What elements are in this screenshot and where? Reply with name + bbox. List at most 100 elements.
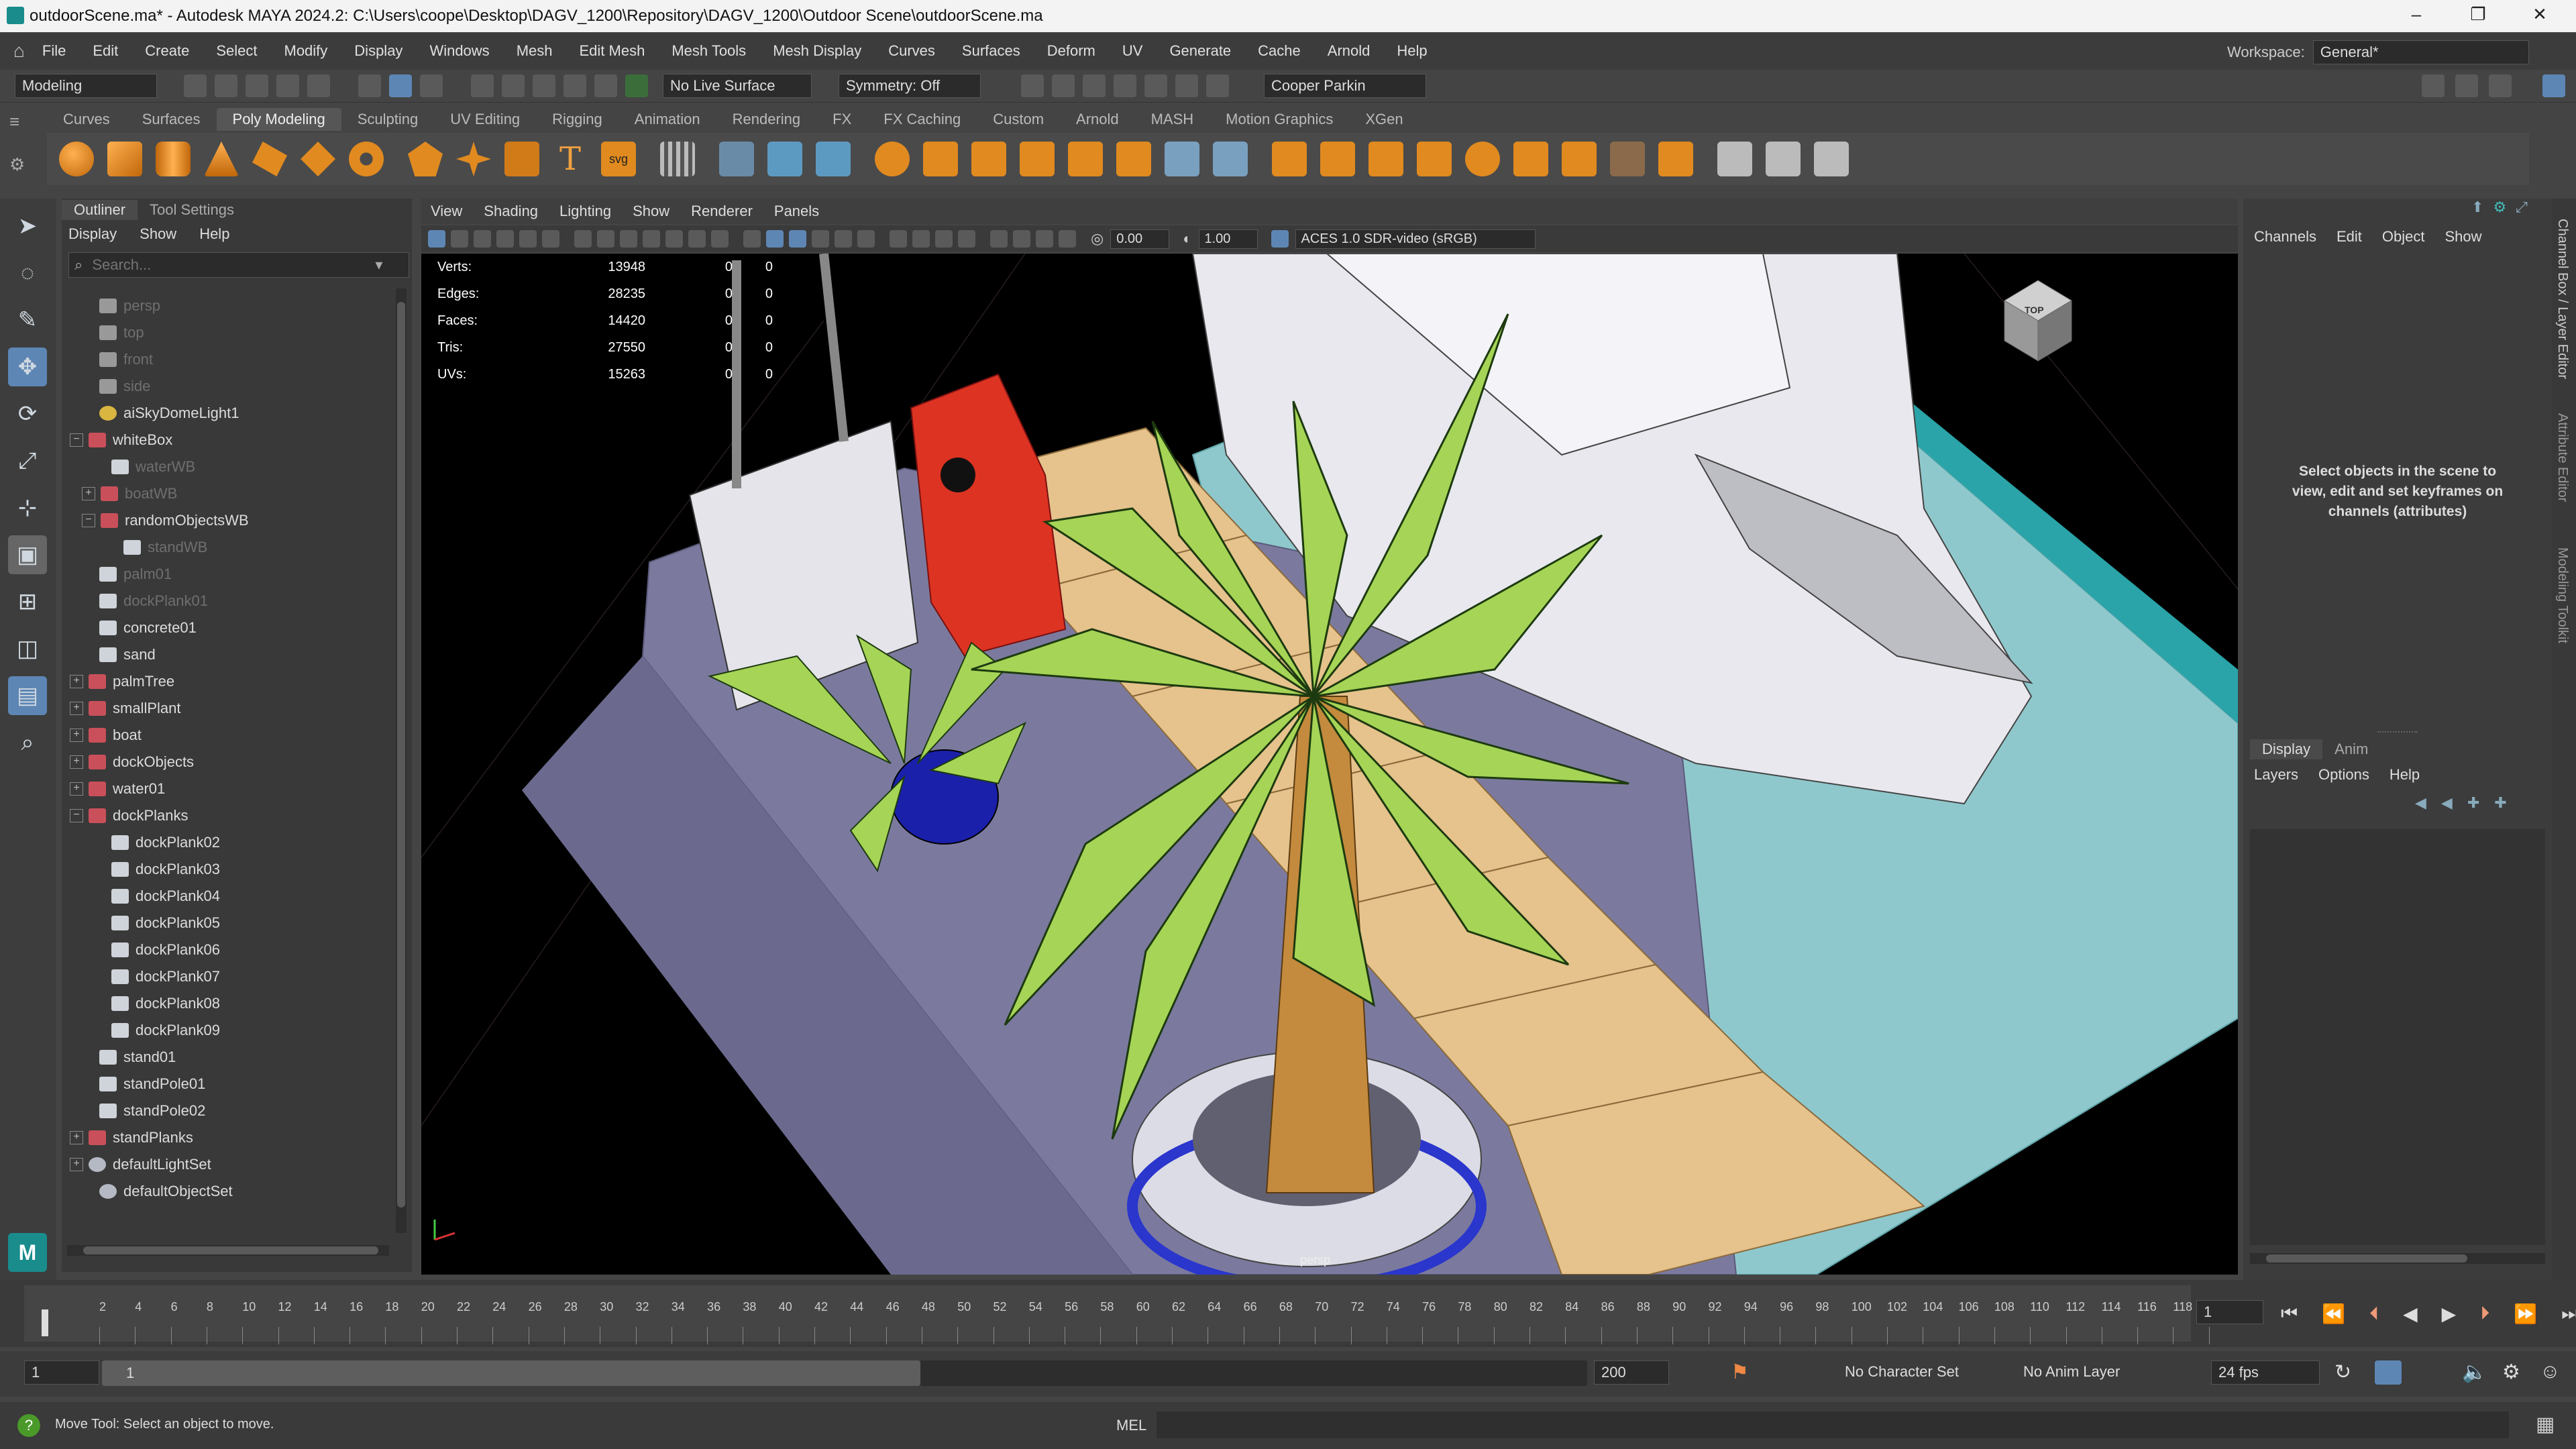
- poly-cone-icon[interactable]: [204, 142, 239, 176]
- outliner-item[interactable]: − whiteBox: [62, 427, 390, 453]
- layout-icon-2[interactable]: [2489, 74, 2512, 97]
- side-tab-channel-box[interactable]: Channel Box / Layer Editor: [2555, 219, 2570, 379]
- connect-icon[interactable]: [1610, 142, 1645, 176]
- shelf-tab-arnold[interactable]: Arnold: [1060, 108, 1135, 131]
- shelf-settings-icon[interactable]: ⚙: [9, 154, 25, 175]
- resolution-gate-icon[interactable]: [620, 230, 637, 248]
- outliner-item[interactable]: standPole02: [62, 1097, 390, 1124]
- viewport-menu-view[interactable]: View: [431, 203, 462, 220]
- snap-grid-icon[interactable]: [471, 74, 494, 97]
- transfer-attributes-icon[interactable]: [1165, 142, 1199, 176]
- step-back-frame-icon[interactable]: ⏴: [2369, 1303, 2379, 1325]
- use-all-lights-icon[interactable]: [835, 230, 852, 248]
- play-forward-icon[interactable]: ▶: [2442, 1303, 2457, 1325]
- menu-arnold[interactable]: Arnold: [1328, 42, 1371, 60]
- platonic-solid-icon[interactable]: [408, 142, 443, 176]
- textured-icon[interactable]: [812, 230, 829, 248]
- grid-icon[interactable]: [574, 230, 592, 248]
- shelf-tab-poly-modeling[interactable]: Poly Modeling: [216, 108, 341, 131]
- outliner-item[interactable]: + water01: [62, 775, 390, 802]
- animation-prefs-icon[interactable]: ⚙: [2502, 1360, 2520, 1384]
- expand-toggle-icon[interactable]: +: [70, 1131, 83, 1144]
- lasso-tool-icon[interactable]: ◌: [8, 254, 47, 292]
- home-icon[interactable]: ⌂: [13, 40, 25, 62]
- outliner-item[interactable]: standPole01: [62, 1071, 390, 1097]
- poly-plane-icon[interactable]: [252, 142, 287, 176]
- bookmarks-icon[interactable]: [474, 230, 491, 248]
- menu-select[interactable]: Select: [216, 42, 257, 60]
- outliner-item[interactable]: waterWB: [62, 453, 390, 480]
- outliner-item[interactable]: aiSkyDomeLight1: [62, 400, 390, 427]
- outliner-item[interactable]: concrete01: [62, 614, 390, 641]
- menu-surfaces[interactable]: Surfaces: [962, 42, 1020, 60]
- outliner-item[interactable]: dockPlank07: [62, 963, 390, 990]
- viewport-menu-shading[interactable]: Shading: [484, 203, 538, 220]
- snap-curve-icon[interactable]: [502, 74, 525, 97]
- four-view-icon[interactable]: ⊞: [8, 582, 47, 621]
- user-account-button[interactable]: Cooper Parkin: [1264, 74, 1426, 98]
- expand-toggle-icon[interactable]: +: [70, 702, 83, 715]
- outliner-menu-show[interactable]: Show: [140, 225, 176, 243]
- step-forward-frame-icon[interactable]: ⏵: [2480, 1303, 2489, 1325]
- viewport-menu-renderer[interactable]: Renderer: [691, 203, 753, 220]
- insert-edge-loop-icon[interactable]: [1766, 142, 1801, 176]
- modeling-toolkit-icon[interactable]: ⤢: [2516, 199, 2528, 216]
- camera-attributes-icon[interactable]: [451, 230, 468, 248]
- fps-dropdown[interactable]: 24 fps: [2211, 1360, 2320, 1385]
- exposure-field[interactable]: 0.00: [1110, 229, 1170, 249]
- menu-uv[interactable]: UV: [1122, 42, 1143, 60]
- merge-icon[interactable]: [1513, 142, 1548, 176]
- two-view-icon[interactable]: ◫: [8, 629, 47, 668]
- shelf-tab-fx-caching[interactable]: FX Caching: [867, 108, 977, 131]
- select-component-icon[interactable]: [420, 74, 443, 97]
- shelf-tab-curves[interactable]: Curves: [47, 108, 126, 131]
- fill-hole-icon[interactable]: [1465, 142, 1500, 176]
- range-slider-empty[interactable]: [920, 1360, 1587, 1386]
- shelf-tab-xgen[interactable]: XGen: [1349, 108, 1419, 131]
- sidebar-toggle-icon[interactable]: [2422, 74, 2445, 97]
- uv-editor-icon[interactable]: [660, 142, 695, 176]
- outliner-menu-display[interactable]: Display: [68, 225, 117, 243]
- menu-help[interactable]: Help: [1397, 42, 1427, 60]
- poly-torus-icon[interactable]: [349, 142, 384, 176]
- select-object-icon[interactable]: [389, 74, 412, 97]
- outliner-item[interactable]: dockPlank02: [62, 829, 390, 856]
- minimize-icon[interactable]: –: [2396, 4, 2436, 28]
- render-view-icon[interactable]: [1021, 74, 1044, 97]
- menu-modify[interactable]: Modify: [284, 42, 328, 60]
- outliner-search-input[interactable]: [91, 256, 376, 274]
- move-tool-icon[interactable]: ✥: [8, 347, 47, 386]
- outliner-menu-help[interactable]: Help: [199, 225, 229, 243]
- safe-title-icon[interactable]: [711, 230, 729, 248]
- close-icon[interactable]: ✕: [2520, 4, 2560, 28]
- menu-mesh-display[interactable]: Mesh Display: [773, 42, 861, 60]
- boolean-difference-icon[interactable]: [1020, 142, 1055, 176]
- outliner-item[interactable]: + defaultLightSet: [62, 1151, 390, 1178]
- cache-playback-icon[interactable]: [2375, 1360, 2402, 1385]
- auto-key-icon[interactable]: ⚑: [1731, 1360, 1749, 1384]
- select-hierarchy-icon[interactable]: [358, 74, 381, 97]
- outliner-item[interactable]: + standPlanks: [62, 1124, 390, 1151]
- type-tool-icon[interactable]: T: [553, 142, 588, 176]
- xray-components-icon[interactable]: [1059, 230, 1076, 248]
- smooth-icon[interactable]: [875, 142, 910, 176]
- new-layer-selected-icon[interactable]: ✚: [2494, 794, 2506, 812]
- arnold-render-icon[interactable]: [1175, 74, 1198, 97]
- character-icon[interactable]: ☺: [2540, 1360, 2561, 1383]
- isolate-select-icon[interactable]: [990, 230, 1008, 248]
- field-chart-icon[interactable]: [665, 230, 683, 248]
- outliner-item[interactable]: dockPlank08: [62, 990, 390, 1017]
- gear-icon[interactable]: ⚙: [2493, 199, 2506, 216]
- step-back-key-icon[interactable]: ⏪: [2322, 1303, 2345, 1325]
- sound-icon[interactable]: 🔈: [2462, 1360, 2487, 1384]
- target-weld-icon[interactable]: [1658, 142, 1693, 176]
- anim-layer-dropdown[interactable]: No Anim Layer: [2023, 1363, 2120, 1381]
- outliner-item[interactable]: dockPlank03: [62, 856, 390, 883]
- viewport-menu-show[interactable]: Show: [633, 203, 669, 220]
- panel-splitter[interactable]: [2377, 731, 2418, 735]
- chevron-down-icon[interactable]: ▾: [375, 256, 382, 274]
- symmetry-dropdown[interactable]: Symmetry: Off: [839, 74, 981, 98]
- outliner-item[interactable]: − dockPlanks: [62, 802, 390, 829]
- outliner-item[interactable]: + boat: [62, 722, 390, 749]
- outliner-hscrollbar[interactable]: [67, 1245, 389, 1256]
